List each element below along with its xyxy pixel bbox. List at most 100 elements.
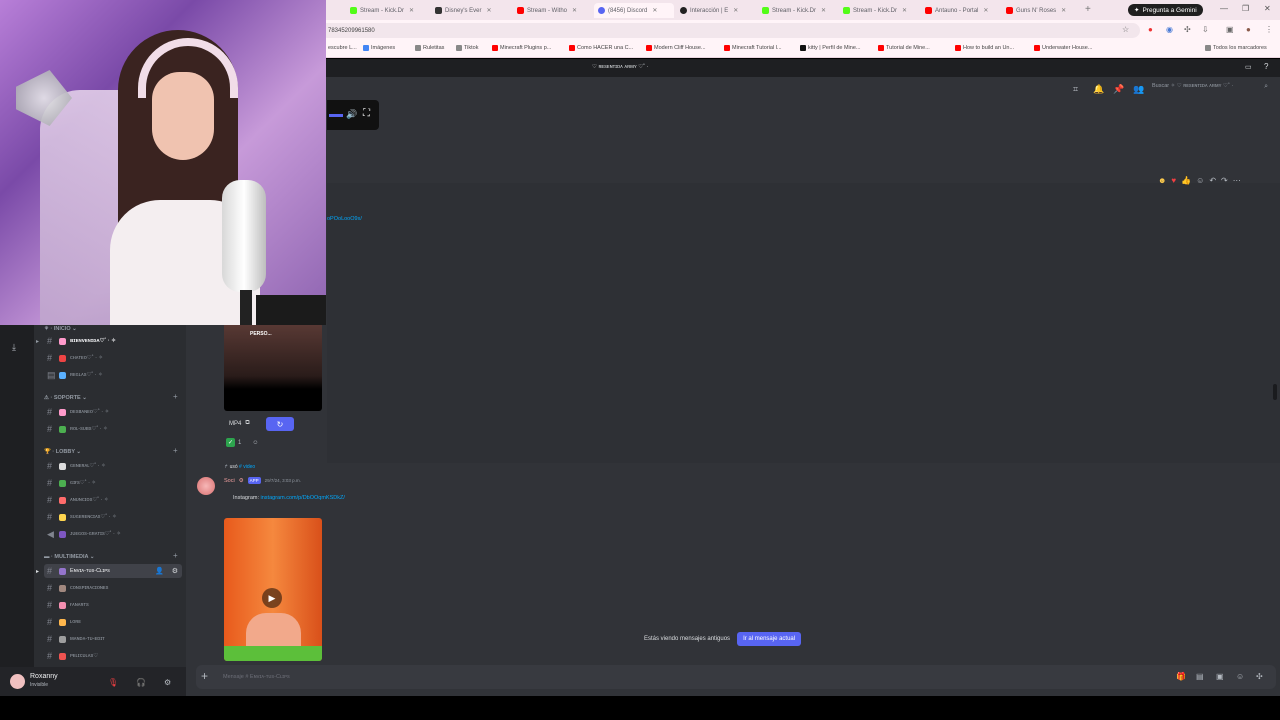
message-link[interactable]: oPOoLooO9x/ <box>327 216 362 222</box>
browser-menu-icon[interactable]: ⋮ <box>1265 25 1273 34</box>
download-icon[interactable]: ⇩ <box>1202 25 1209 34</box>
browser-tab[interactable]: Disney's Ever ✕ <box>431 3 511 18</box>
add-channel-icon[interactable]: + <box>173 446 178 455</box>
bell-icon[interactable]: 🔔 <box>1093 84 1104 95</box>
channel-rol-subs[interactable]: # ʀᴏʟ-sᴜʙs♡˚ · ✧ <box>44 422 182 436</box>
gif-icon[interactable]: ▤ <box>1196 672 1204 681</box>
close-icon[interactable]: ✕ <box>983 7 988 14</box>
channel-reglas[interactable]: ▤ ʀᴇɢʟᴀs♡˚ · ✧ <box>44 368 182 382</box>
bookmark-item[interactable]: Como HACER una C... <box>569 45 633 51</box>
close-icon[interactable]: ✕ <box>902 7 907 14</box>
close-icon[interactable]: ✕ <box>572 7 577 14</box>
bookmark-item[interactable]: Minecraft Tutorial l... <box>724 45 782 51</box>
more-icon[interactable]: ⋯ <box>1233 176 1241 185</box>
message-scrollbar[interactable] <box>1273 384 1277 400</box>
add-reaction-icon[interactable]: ☺ <box>1196 176 1204 185</box>
channel-sugerencias[interactable]: # sᴜɢᴇʀᴇɴᴄɪᴀs♡˚ · ✧ <box>44 510 182 524</box>
channel-anuncios[interactable]: # ᴀɴᴜɴᴄɪᴏs♡˚ · ✧ <box>44 493 182 507</box>
channel-lore[interactable]: # ʟᴏʀᴇ <box>44 615 182 629</box>
all-bookmarks-folder[interactable]: Todos los marcadores <box>1205 45 1267 51</box>
browser-tab[interactable]: Stream - Witho ✕ <box>513 3 593 18</box>
instagram-link[interactable]: instagram.com/p/DbOOqmKSDkZ/ <box>261 495 345 501</box>
search-input[interactable]: Buscar ✧ ♡ ʀᴇsᴇɴᴛɪᴅᴀ ᴀʀᴍʏ ♡˚ · ⌕ <box>1152 83 1272 95</box>
close-icon[interactable]: ✕ <box>487 7 492 14</box>
browser-tab[interactable]: Stream - Kick.Dr ✕ <box>346 3 426 18</box>
avatar[interactable] <box>10 674 25 689</box>
jump-to-present-button[interactable]: Ir al mensaje actual <box>737 632 802 646</box>
bookmark-folder[interactable]: Ruletitas <box>415 45 444 51</box>
browser-tab[interactable]: Guns N' Roses ✕ <box>1002 3 1082 18</box>
extensions-puzzle-icon[interactable]: ✣ <box>1184 25 1191 34</box>
maximize-button[interactable]: ❐ <box>1242 4 1249 13</box>
download-apps-icon[interactable]: ⤓ <box>12 342 16 353</box>
category-lobby[interactable]: 🏆 · LOBBY ⌄ <box>44 449 81 455</box>
channel-juegos-gratis[interactable]: ◀ ᴊᴜᴇɢᴏs-ɢʀᴀᴛɪs♡˚ · ✧ <box>44 527 182 541</box>
inbox-icon[interactable]: ▭ <box>1245 63 1252 71</box>
close-icon[interactable]: ✕ <box>409 7 414 14</box>
browser-tab[interactable]: Antauno - Portal ✕ <box>921 3 1001 18</box>
bookmark-item[interactable]: Minecraft Plugins p... <box>492 45 551 51</box>
external-link-icon[interactable]: ⧉ <box>245 420 249 427</box>
reply-icon[interactable]: ↶ <box>1209 176 1216 185</box>
hovered-message[interactable] <box>327 183 1280 463</box>
ask-gemini-button[interactable]: ✦ Pregunta a Gemini <box>1128 4 1203 16</box>
minimize-button[interactable]: — <box>1220 4 1228 13</box>
help-icon[interactable]: ? <box>1264 62 1268 71</box>
add-channel-icon[interactable]: + <box>173 392 178 401</box>
channel-envia-tus-clips[interactable]: ▸ # Eɴᴠɪᴀ-ᴛᴜs-Cʟɪᴘs 👤 ⚙ <box>36 564 182 578</box>
browser-tab[interactable]: Stream - Kick.Dr ✕ <box>758 3 838 18</box>
extension-icon[interactable]: ◉ <box>1166 25 1173 34</box>
members-icon[interactable]: 👥 <box>1133 84 1144 95</box>
emoji-icon[interactable]: ☺ <box>1236 672 1244 681</box>
forward-icon[interactable]: ↷ <box>1221 176 1228 185</box>
close-icon[interactable]: ✕ <box>821 7 826 14</box>
volume-icon[interactable]: 🔊 <box>346 109 357 120</box>
browser-tab[interactable]: Interacción | E ✕ <box>676 3 756 18</box>
close-window-button[interactable]: ✕ <box>1264 4 1271 13</box>
channel-desbaneo[interactable]: # ᴅᴇsʙᴀɴᴇᴏ♡˚ · ✧ <box>44 405 182 419</box>
apps-icon[interactable]: ✣ <box>1256 672 1263 681</box>
fullscreen-icon[interactable]: ⛶ <box>363 108 370 119</box>
channel-fanarts[interactable]: # ғᴀɴᴀʀᴛs <box>44 598 182 612</box>
bookmark-folder[interactable]: Tiktok <box>456 45 478 51</box>
emoji-reaction-icon[interactable]: ☻ <box>1158 176 1166 185</box>
pin-icon[interactable]: 📌 <box>1113 84 1124 95</box>
profile-avatar-icon[interactable]: ● <box>1246 25 1251 34</box>
bookmark-item[interactable]: Imágenes <box>363 45 395 51</box>
invite-user-icon[interactable]: 👤 <box>155 567 164 575</box>
add-channel-icon[interactable]: + <box>173 551 178 560</box>
close-icon[interactable]: ✕ <box>652 7 657 14</box>
bookmark-star-icon[interactable]: ☆ <box>1122 25 1129 34</box>
bookmark-item[interactable]: kitty | Perfil de Mine... <box>800 45 860 51</box>
channel-manda-tu-edit[interactable]: # ᴍᴀɴᴅᴀ-ᴛᴜ-ᴇᴅɪᴛ <box>44 632 182 646</box>
gift-icon[interactable]: 🎁 <box>1176 672 1186 681</box>
url-bar[interactable]: 78345209961580 <box>320 23 1140 38</box>
channel-general[interactable]: # ɢᴇɴᴇʀᴀʟ♡˚ · ✧ <box>44 459 182 473</box>
browser-tab[interactable]: Stream - Kick.Dr ✕ <box>839 3 919 18</box>
bookmark-item[interactable]: How to build an Un... <box>955 45 1014 51</box>
gear-icon[interactable]: ⚙ <box>164 678 171 687</box>
opera-extension-icon[interactable]: ● <box>1148 25 1153 34</box>
category-soporte[interactable]: ⚠ · SOPORTE ⌄ <box>44 395 87 401</box>
browser-tab-active[interactable]: (8456) Discord ✕ <box>594 3 674 18</box>
retry-button[interactable]: ↻ <box>266 417 294 431</box>
channel-chateo[interactable]: # ᴄʜᴀᴛᴇᴏ♡˚ · ✧ <box>44 351 182 365</box>
video-thumbnail[interactable]: PERSO... <box>224 323 322 411</box>
new-tab-button[interactable]: + <box>1085 4 1091 15</box>
mute-mic-icon[interactable]: 🎙 <box>108 678 118 687</box>
gear-icon[interactable]: ⚙ <box>172 567 178 575</box>
channel-gifs[interactable]: # ɢɪғs♡˚ · ✧ <box>44 476 182 490</box>
reaction-chip[interactable]: ✓ 1 ☺ <box>226 438 258 447</box>
bookmark-item[interactable]: Modern Cliff House... <box>646 45 706 51</box>
channel-conspiraciones[interactable]: # ᴄᴏɴsᴘɪʀᴀᴄɪᴏɴᴇs <box>44 581 182 595</box>
sidepanel-icon[interactable]: ▣ <box>1226 25 1234 34</box>
bookmark-item[interactable]: Underwater House... <box>1034 45 1092 51</box>
headphones-icon[interactable]: 🎧 <box>136 678 146 687</box>
category-multimedia[interactable]: ▬ · MULTIMEDIA ⌄ <box>44 554 94 560</box>
avatar[interactable] <box>197 477 215 495</box>
close-icon[interactable]: ✕ <box>1061 7 1066 14</box>
threads-icon[interactable]: ⌗ <box>1073 84 1078 95</box>
play-icon[interactable]: ▶ <box>262 588 282 608</box>
video-thumbnail[interactable]: ▶ <box>224 518 322 661</box>
sticker-icon[interactable]: ▣ <box>1216 672 1224 681</box>
